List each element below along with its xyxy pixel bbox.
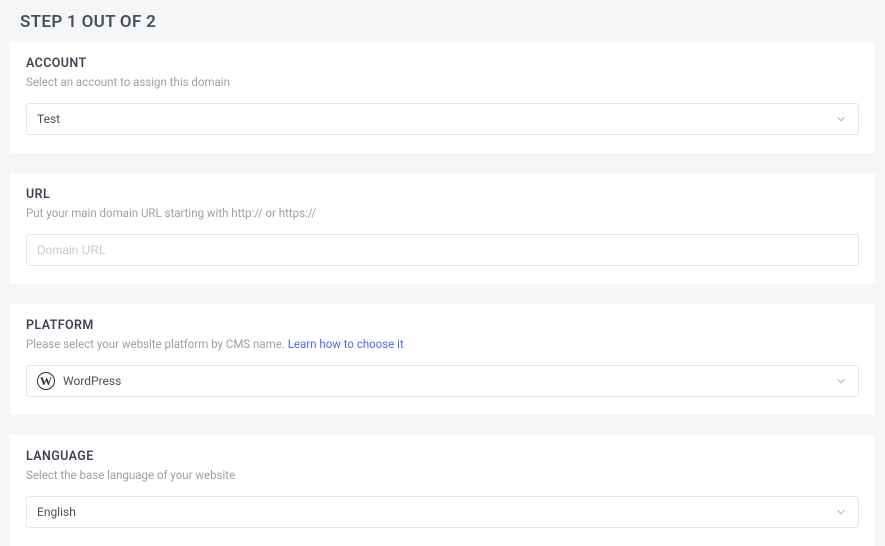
platform-select-value: WordPress — [63, 374, 121, 388]
platform-card: PLATFORM Please select your website plat… — [10, 304, 875, 415]
platform-select[interactable]: W WordPress — [26, 365, 859, 397]
language-hint: Select the base language of your website — [26, 468, 859, 482]
platform-label: PLATFORM — [26, 318, 859, 333]
language-card: LANGUAGE Select the base language of you… — [10, 435, 875, 546]
platform-hint-text: Please select your website platform by C… — [26, 337, 288, 351]
chevron-down-icon — [834, 505, 848, 519]
url-input[interactable] — [26, 234, 859, 266]
page-title: STEP 1 OUT OF 2 — [0, 0, 885, 42]
account-label: ACCOUNT — [26, 56, 859, 71]
url-hint: Put your main domain URL starting with h… — [26, 206, 859, 220]
platform-hint: Please select your website platform by C… — [26, 337, 859, 351]
chevron-down-icon — [834, 374, 848, 388]
language-label: LANGUAGE — [26, 449, 859, 464]
url-label: URL — [26, 187, 859, 202]
account-card: ACCOUNT Select an account to assign this… — [10, 42, 875, 153]
account-select-value: Test — [37, 112, 834, 126]
account-select[interactable]: Test — [26, 103, 859, 135]
chevron-down-icon — [834, 112, 848, 126]
url-card: URL Put your main domain URL starting wi… — [10, 173, 875, 284]
language-select[interactable]: English — [26, 496, 859, 528]
wordpress-icon: W — [37, 372, 55, 390]
language-select-value: English — [37, 505, 834, 519]
platform-hint-link[interactable]: Learn how to choose it — [288, 337, 404, 351]
account-hint: Select an account to assign this domain — [26, 75, 859, 89]
